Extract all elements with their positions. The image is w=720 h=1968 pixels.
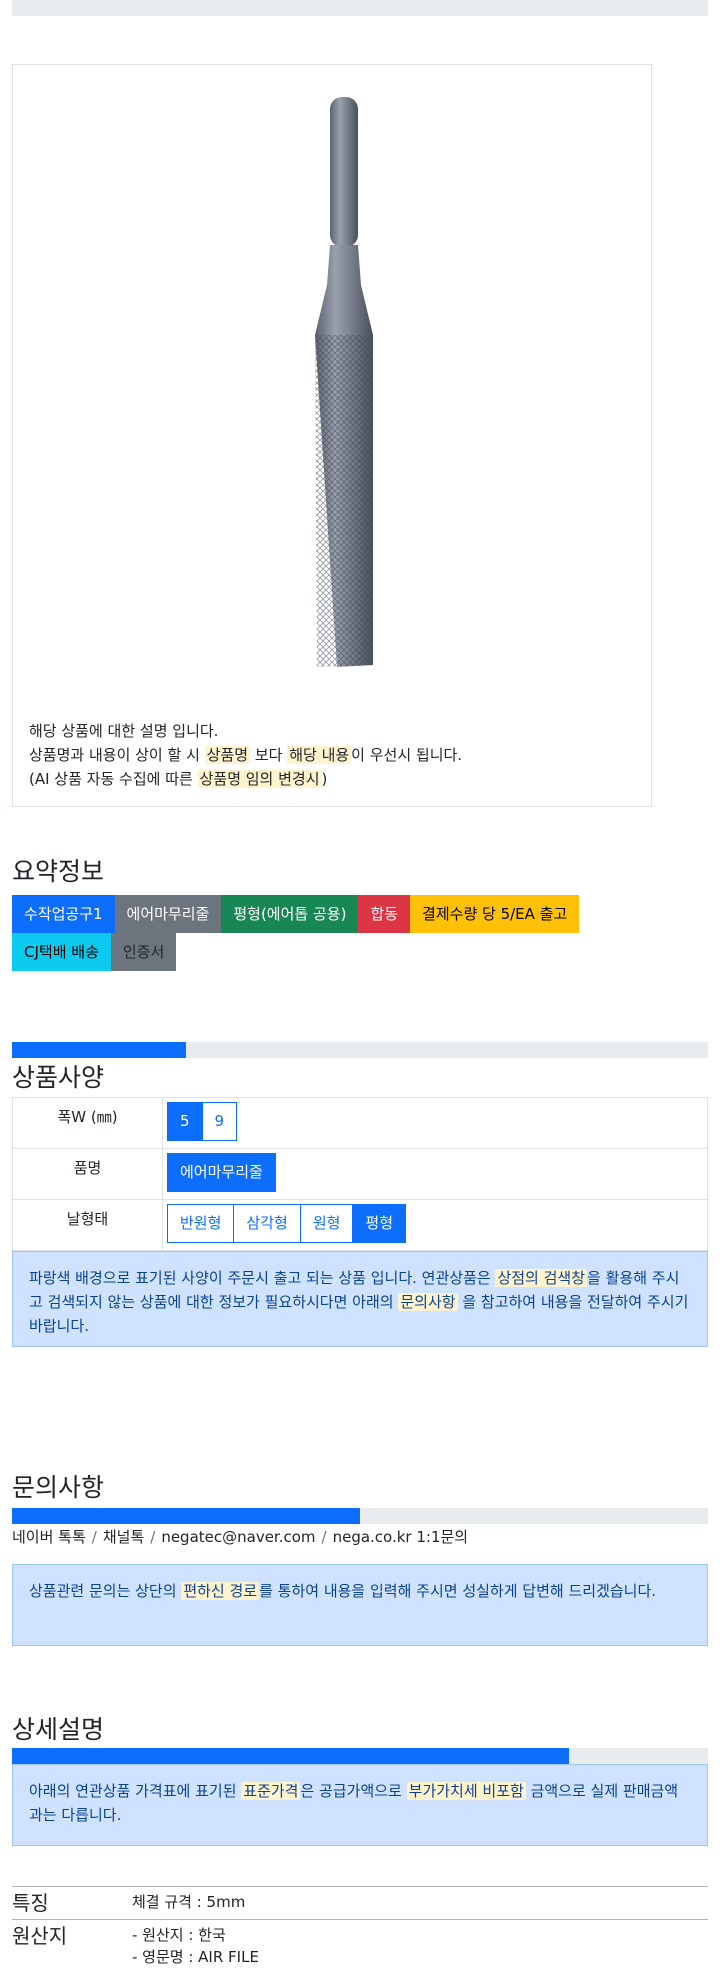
spec-label-width: 폭W (㎜) — [12, 1097, 163, 1149]
notice-text: 파랑색 배경으로 표기된 사양이 주문시 출고 되는 상품 입니다. 연관상품은 — [29, 1269, 496, 1287]
highlight-content: 해당 내용 — [287, 746, 352, 764]
notice-text: 은 공급가액으로 — [300, 1782, 407, 1800]
info-key-feature: 특징 — [12, 1891, 49, 1915]
notice-text: 상품관련 문의는 상단의 — [29, 1582, 182, 1600]
badge-shape[interactable]: 평형(에어톱 공용) — [221, 895, 359, 933]
detail-progress-bar — [12, 1748, 708, 1764]
badge-category[interactable]: 수작업공구1 — [12, 895, 115, 933]
separator: / — [321, 1528, 327, 1546]
spec-label-name: 품명 — [12, 1148, 163, 1200]
inquiry-progress-fill — [12, 1508, 360, 1524]
option-shape-half-round[interactable]: 반원형 — [167, 1204, 235, 1243]
spec-label-shape: 날형태 — [12, 1199, 163, 1251]
detail-info-table: 특징 체결 규격 : 5mm 원산지 - 원산지 : 한국 - 영문명 : AI… — [12, 1886, 708, 1968]
info-value: 체결 규격 : 5mm — [132, 1893, 246, 1911]
spec-row-width: 폭W (㎜) 5 9 — [12, 1097, 708, 1149]
notice-text: 를 통하여 내용을 입력해 주시면 성실하게 답변해 드리겠습니다. — [259, 1582, 657, 1600]
spec-table: 폭W (㎜) 5 9 품명 에어마무리줄 날형태 반원형 삼각형 원형 평형 — [12, 1097, 708, 1251]
info-value: - 원산지 : 한국 — [132, 1926, 226, 1944]
highlight-vat: 부가가치세 비포함 — [406, 1782, 526, 1800]
contact-website[interactable]: nega.co.kr 1:1문의 — [333, 1528, 469, 1546]
desc-text: 상품명과 내용이 상이 할 시 — [29, 746, 205, 764]
contact-email[interactable]: negatec@naver.com — [161, 1528, 315, 1546]
top-divider-bar — [12, 0, 708, 16]
highlight-standard-price: 표준가격 — [241, 1782, 301, 1800]
spec-progress-fill — [12, 1042, 186, 1058]
product-image-card: 해당 상품에 대한 설명 입니다. 상품명과 내용이 상이 할 시 상품명 보다… — [12, 64, 652, 807]
summary-title: 요약정보 — [12, 857, 105, 886]
highlight-route: 편하신 경로 — [181, 1582, 260, 1600]
desc-text: 이 우선시 됩니다. — [351, 746, 463, 764]
desc-text: ) — [321, 770, 328, 788]
option-shape-round[interactable]: 원형 — [299, 1204, 354, 1243]
info-values-feature: 체결 규격 : 5mm — [132, 1891, 245, 1915]
option-shape-triangle[interactable]: 삼각형 — [233, 1204, 301, 1243]
info-row-origin: 원산지 - 원산지 : 한국 - 영문명 : AIR FILE — [12, 1919, 708, 1968]
highlight-product-name: 상품명 — [204, 746, 251, 764]
option-width-9[interactable]: 9 — [201, 1102, 238, 1141]
highlight-inquiry: 문의사항 — [398, 1293, 458, 1311]
contact-channel-talk[interactable]: 채널톡 — [103, 1528, 144, 1546]
spec-notice: 파랑색 배경으로 표기된 사양이 주문시 출고 되는 상품 입니다. 연관상품은… — [12, 1251, 708, 1347]
info-values-origin: - 원산지 : 한국 - 영문명 : AIR FILE — [132, 1924, 259, 1968]
notice-text: 아래의 연관상품 가격표에 표기된 — [29, 1782, 242, 1800]
detail-notice: 아래의 연관상품 가격표에 표기된 표준가격 은 공급가액으로 부가가치세 비포함… — [12, 1764, 708, 1846]
highlight-search: 상점의 검색창 — [495, 1269, 588, 1287]
highlight-name-change: 상품명 임의 변경시 — [197, 770, 322, 788]
option-name-air-file[interactable]: 에어마무리줄 — [167, 1153, 276, 1192]
spec-progress-bar — [12, 1042, 708, 1058]
desc-text: (AI 상품 자동 수집에 따른 — [29, 770, 198, 788]
detail-progress-fill — [12, 1748, 569, 1764]
desc-line-2: 상품명과 내용이 상이 할 시 상품명 보다 해당 내용 이 우선시 됩니다. — [29, 743, 462, 767]
badge-brand[interactable]: 합동 — [358, 895, 411, 933]
spec-row-shape: 날형태 반원형 삼각형 원형 평형 — [12, 1199, 708, 1251]
desc-line-3: (AI 상품 자동 수집에 따른 상품명 임의 변경시) — [29, 767, 462, 791]
option-width-5[interactable]: 5 — [167, 1102, 203, 1141]
detail-title: 상세설명 — [12, 1715, 105, 1744]
product-image — [315, 97, 373, 667]
badge-shipping[interactable]: CJ택배 배송 — [12, 933, 111, 971]
desc-text: 보다 — [250, 746, 288, 764]
inquiry-notice: 상품관련 문의는 상단의 편하신 경로 를 통하여 내용을 입력해 주시면 성실하… — [12, 1564, 708, 1646]
info-value: - 영문명 : AIR FILE — [132, 1948, 259, 1966]
spec-row-name: 품명 에어마무리줄 — [12, 1148, 708, 1200]
separator: / — [91, 1528, 97, 1546]
product-description: 해당 상품에 대한 설명 입니다. 상품명과 내용이 상이 할 시 상품명 보다… — [29, 719, 462, 791]
badge-order-qty[interactable]: 결제수량 당 5/EA 출고 — [410, 895, 580, 933]
spec-options-width: 5 9 — [162, 1097, 708, 1149]
inquiry-progress-bar — [12, 1508, 708, 1524]
info-row-feature: 특징 체결 규격 : 5mm — [12, 1886, 708, 1919]
spec-title: 상품사양 — [12, 1063, 105, 1092]
desc-line-1: 해당 상품에 대한 설명 입니다. — [29, 722, 219, 740]
option-shape-flat[interactable]: 평형 — [352, 1204, 407, 1243]
summary-badges-row-1: 수작업공구1 에어마무리줄 평형(에어톱 공용) 합동 결제수량 당 5/EA … — [12, 895, 580, 933]
inquiry-title: 문의사항 — [12, 1473, 105, 1502]
badge-certificate[interactable]: 인증서 — [110, 933, 177, 971]
badge-product-type[interactable]: 에어마무리줄 — [114, 895, 222, 933]
summary-badges-row-2: CJ택배 배송 인증서 — [12, 933, 177, 971]
info-key-origin: 원산지 — [12, 1924, 68, 1948]
contact-list: 네이버 톡톡 / 채널톡 / negatec@naver.com / nega.co.kr … — [12, 1526, 468, 1547]
contact-naver-talk[interactable]: 네이버 톡톡 — [12, 1528, 86, 1546]
spec-options-name: 에어마무리줄 — [162, 1148, 708, 1200]
spec-options-shape: 반원형 삼각형 원형 평형 — [162, 1199, 708, 1251]
separator: / — [150, 1528, 156, 1546]
